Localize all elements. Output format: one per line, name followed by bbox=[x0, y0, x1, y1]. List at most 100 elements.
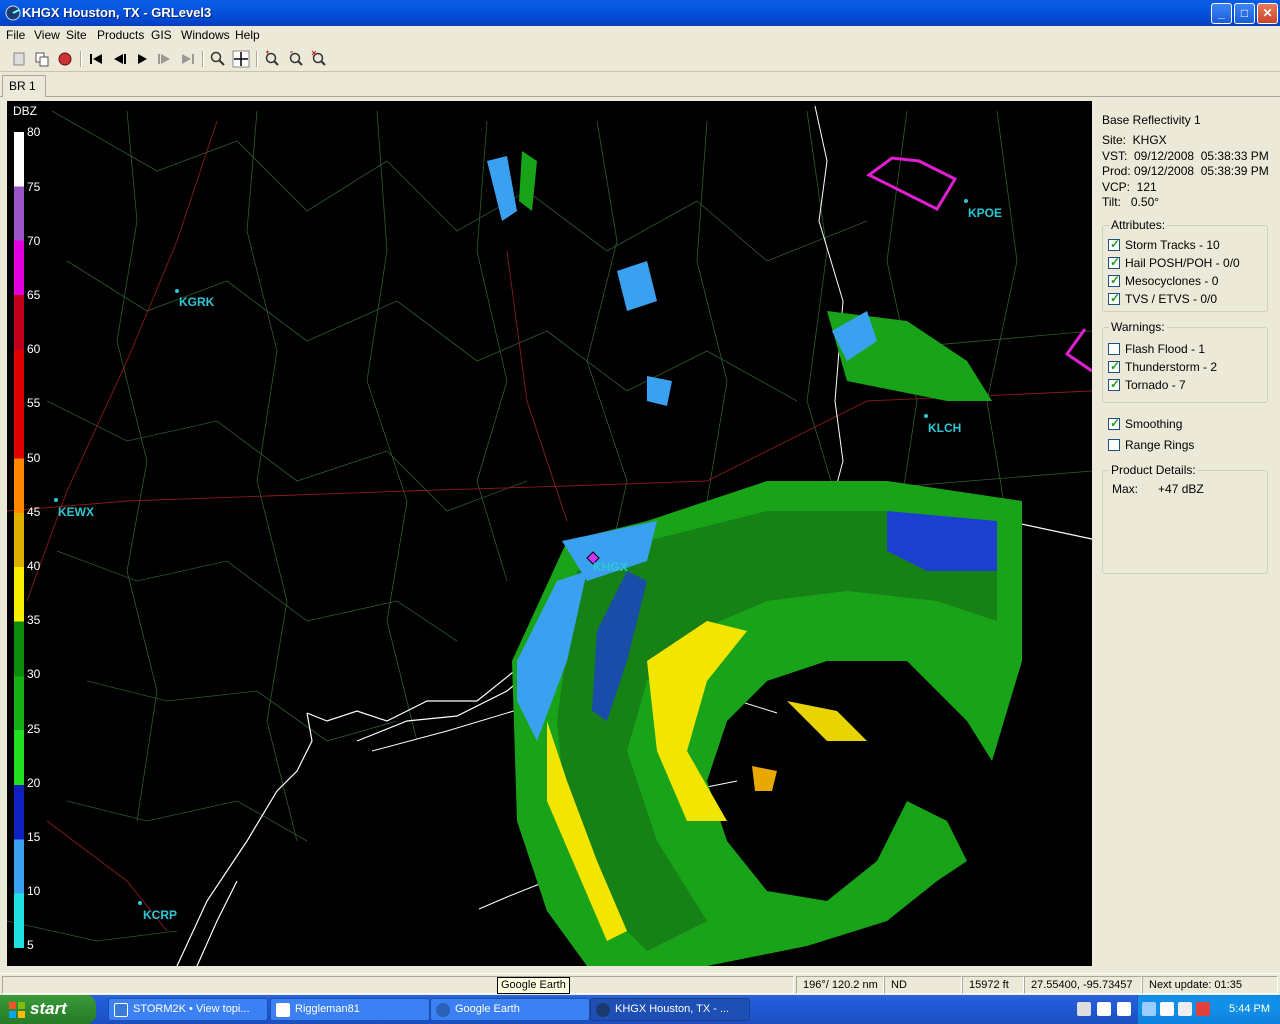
status-next-update: Next update: 01:35 bbox=[1142, 976, 1278, 994]
checkbox-label: Tornado - 7 bbox=[1125, 378, 1186, 392]
vst-time: VST: 09/12/2008 05:38:33 PM bbox=[1102, 149, 1269, 163]
menu-help[interactable]: Help bbox=[235, 28, 260, 42]
checkbox-box[interactable] bbox=[1108, 255, 1120, 269]
info-panel: Base Reflectivity 1 Site: KHGX VST: 09/1… bbox=[1092, 101, 1280, 971]
checkbox-box[interactable] bbox=[1108, 416, 1120, 430]
menu-windows[interactable]: Windows bbox=[181, 28, 230, 42]
smoothing-checkbox[interactable]: Smoothing bbox=[1108, 416, 1182, 431]
minimize-button[interactable]: _ bbox=[1211, 3, 1232, 24]
menu-site[interactable]: Site bbox=[66, 28, 87, 42]
legend-tick: 35 bbox=[27, 613, 41, 627]
play-icon[interactable] bbox=[133, 50, 151, 68]
first-frame-icon[interactable] bbox=[87, 50, 105, 68]
windows-flag-icon bbox=[9, 1002, 25, 1018]
tvs-checkbox[interactable]: TVS / ETVS - 0/0 bbox=[1108, 291, 1217, 306]
system-tray: 5:44 PM bbox=[1137, 995, 1280, 1024]
status-coordinates: 27.55400, -95.73457 bbox=[1024, 976, 1142, 994]
grlevel3-app-icon bbox=[5, 5, 21, 21]
legend-color-bar bbox=[14, 132, 24, 948]
checkbox-box[interactable] bbox=[1108, 237, 1120, 251]
tray-display-icon[interactable] bbox=[1097, 1002, 1111, 1016]
duplicate-icon[interactable] bbox=[33, 50, 51, 68]
dbz-legend: DBZ 80 75 70 65 60 55 50 45 40 35 30 25 … bbox=[7, 101, 53, 966]
step-forward-icon[interactable] bbox=[156, 50, 174, 68]
legend-tick: 70 bbox=[27, 234, 41, 248]
mesocyclones-checkbox[interactable]: Mesocyclones - 0 bbox=[1108, 273, 1219, 288]
checkbox-label: Thunderstorm - 2 bbox=[1125, 360, 1218, 374]
step-back-icon[interactable] bbox=[110, 50, 128, 68]
tab-br1[interactable]: BR 1 bbox=[2, 75, 46, 97]
tray-clock[interactable]: 5:44 PM bbox=[1229, 1003, 1270, 1015]
site-marker-kgrk bbox=[175, 289, 179, 293]
legend-title: DBZ bbox=[13, 104, 37, 118]
browser-icon bbox=[114, 1003, 128, 1017]
site-label-kgrk[interactable]: KGRK bbox=[179, 295, 214, 309]
start-label: start bbox=[30, 999, 67, 1018]
menu-file[interactable]: File bbox=[6, 28, 25, 42]
view-tabs: BR 1 bbox=[0, 73, 1280, 97]
site-label-kpoe[interactable]: KPOE bbox=[968, 206, 1002, 220]
task-grlevel3[interactable]: KHGX Houston, TX - ... bbox=[590, 998, 750, 1021]
tray-pen-icon[interactable] bbox=[1077, 1002, 1091, 1016]
last-frame-icon[interactable] bbox=[179, 50, 197, 68]
max-dbz-value: Max: +47 dBZ bbox=[1112, 482, 1204, 496]
close-button[interactable]: ✕ bbox=[1257, 3, 1278, 24]
menu-view[interactable]: View bbox=[34, 28, 60, 42]
zoom-in-icon[interactable] bbox=[263, 50, 281, 68]
maximize-button[interactable]: □ bbox=[1234, 3, 1255, 24]
tornado-checkbox[interactable]: Tornado - 7 bbox=[1108, 377, 1186, 392]
thunderstorm-checkbox[interactable]: Thunderstorm - 2 bbox=[1108, 359, 1218, 374]
menu-bar: File View Site Products GIS Windows Help bbox=[0, 26, 1280, 45]
start-button[interactable]: start bbox=[0, 995, 96, 1024]
hail-checkbox[interactable]: Hail POSH/POH - 0/0 bbox=[1108, 255, 1240, 270]
checkbox-label: Mesocyclones - 0 bbox=[1125, 274, 1219, 288]
copy-icon[interactable] bbox=[10, 50, 28, 68]
site-label-kcrp[interactable]: KCRP bbox=[143, 908, 177, 922]
checkbox-box[interactable] bbox=[1108, 439, 1120, 451]
tray-security-icon[interactable] bbox=[1196, 1002, 1210, 1016]
legend-tick: 5 bbox=[27, 938, 34, 952]
radar-display[interactable]: DBZ 80 75 70 65 60 55 50 45 40 35 30 25 … bbox=[7, 101, 1092, 966]
checkbox-box[interactable] bbox=[1108, 291, 1120, 305]
title-bar[interactable]: KHGX Houston, TX - GRLevel3 _ □ ✕ bbox=[0, 0, 1280, 26]
menu-gis[interactable]: GIS bbox=[151, 28, 172, 42]
checkbox-box[interactable] bbox=[1108, 359, 1120, 373]
paint-icon bbox=[276, 1003, 290, 1017]
tray-monitor-icon[interactable] bbox=[1178, 1002, 1192, 1016]
checkbox-box[interactable] bbox=[1108, 377, 1120, 391]
status-bar: 196°/ 120.2 nm ND 15972 ft 27.55400, -95… bbox=[0, 973, 1280, 995]
zoom-reset-icon[interactable] bbox=[310, 50, 328, 68]
tray-arrow-icon[interactable] bbox=[1142, 1002, 1156, 1016]
task-riggleman81[interactable]: Riggleman81 bbox=[270, 998, 430, 1021]
legend-tick: 40 bbox=[27, 559, 41, 573]
pan-icon[interactable] bbox=[232, 50, 250, 68]
zoom-icon[interactable] bbox=[209, 50, 227, 68]
toolbar-separator bbox=[256, 51, 258, 67]
tray-network-icon[interactable] bbox=[1160, 1002, 1174, 1016]
status-message bbox=[2, 976, 794, 994]
site-label-klch[interactable]: KLCH bbox=[928, 421, 961, 435]
legend-tick: 20 bbox=[27, 776, 41, 790]
flash-flood-checkbox[interactable]: Flash Flood - 1 bbox=[1108, 342, 1205, 356]
task-storm2k[interactable]: STORM2K • View topi... bbox=[108, 998, 268, 1021]
site-label-kewx[interactable]: KEWX bbox=[58, 505, 94, 519]
task-google-earth[interactable]: Google Earth bbox=[430, 998, 590, 1021]
tray-help-icon[interactable] bbox=[1117, 1002, 1131, 1016]
legend-tick: 15 bbox=[27, 830, 41, 844]
toolbar-separator bbox=[202, 51, 204, 67]
reflectivity-returns bbox=[487, 151, 1022, 966]
grlevel3-icon bbox=[596, 1003, 610, 1017]
checkbox-label: Flash Flood - 1 bbox=[1125, 342, 1206, 356]
zoom-out-icon[interactable] bbox=[287, 50, 305, 68]
warnings-label: Warnings: bbox=[1109, 320, 1167, 334]
storm-tracks-checkbox[interactable]: Storm Tracks - 10 bbox=[1108, 237, 1220, 252]
menu-products[interactable]: Products bbox=[97, 28, 144, 42]
checkbox-label: Storm Tracks - 10 bbox=[1125, 238, 1220, 252]
range-rings-checkbox[interactable]: Range Rings bbox=[1108, 438, 1194, 452]
checkbox-box[interactable] bbox=[1108, 273, 1120, 287]
checkbox-box[interactable] bbox=[1108, 343, 1120, 355]
site-label-khgx[interactable]: KHGX bbox=[593, 560, 628, 574]
site-marker-kcrp bbox=[138, 901, 142, 905]
record-icon[interactable] bbox=[56, 50, 74, 68]
status-height: 15972 ft bbox=[962, 976, 1024, 994]
